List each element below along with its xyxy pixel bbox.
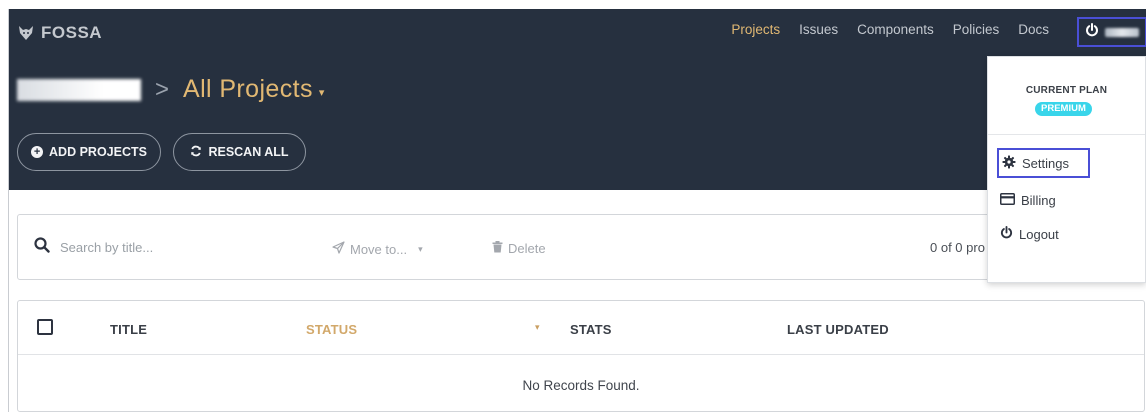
add-projects-button[interactable]: + ADD PROJECTS: [17, 133, 161, 171]
chevron-down-icon: ▾: [318, 87, 325, 99]
search-bar: [34, 237, 260, 258]
menu-item-billing[interactable]: Billing: [997, 185, 1056, 215]
rescan-all-label: RESCAN ALL: [208, 145, 289, 159]
user-dropdown-menu: CURRENT PLAN PREMIUM Settings Billing Lo…: [987, 56, 1146, 283]
breadcrumb-separator: >: [155, 75, 170, 103]
user-menu-button[interactable]: [1077, 17, 1146, 47]
app-window: FOSSA Projects Issues Components Policie…: [8, 9, 1146, 412]
menu-divider: [988, 134, 1145, 135]
trash-icon: [492, 241, 503, 256]
empty-state-message: No Records Found.: [522, 378, 640, 393]
table-header: TITLE STATUS ▾ STATS LAST UPDATED: [18, 301, 1144, 355]
credit-card-icon: [1000, 192, 1015, 208]
delete-label: Delete: [508, 241, 546, 256]
current-plan-label: CURRENT PLAN: [1025, 85, 1108, 96]
search-input[interactable]: [60, 240, 260, 255]
pagination-count: 0 of 0 pro: [930, 240, 985, 255]
add-projects-label: ADD PROJECTS: [49, 145, 147, 159]
nav-components[interactable]: Components: [857, 22, 934, 37]
page-title-text: All Projects: [183, 75, 313, 103]
power-icon: [1000, 226, 1013, 242]
page-title[interactable]: All Projects ▾: [183, 75, 325, 104]
settings-label: Settings: [1022, 155, 1069, 171]
column-status[interactable]: STATUS: [306, 322, 357, 337]
username-redacted: [1105, 27, 1139, 37]
nav-docs[interactable]: Docs: [1018, 22, 1049, 37]
delete-button[interactable]: Delete: [492, 241, 546, 256]
move-to-dropdown[interactable]: Move to... ▾: [332, 241, 423, 257]
gear-icon: [1002, 155, 1016, 172]
menu-item-settings[interactable]: Settings: [997, 148, 1090, 178]
power-icon: [1085, 22, 1099, 42]
org-name-redacted[interactable]: [17, 78, 141, 101]
refresh-icon: [190, 145, 202, 160]
menu-item-logout[interactable]: Logout: [997, 219, 1059, 249]
chevron-down-icon: ▾: [418, 243, 423, 254]
brand-logo[interactable]: FOSSA: [17, 23, 102, 43]
plus-circle-icon: +: [31, 146, 44, 158]
move-to-label: Move to...: [350, 241, 408, 257]
plan-badge: PREMIUM: [1035, 102, 1092, 116]
brand-name: FOSSA: [41, 23, 103, 42]
header: FOSSA Projects Issues Components Policie…: [9, 9, 1146, 190]
projects-table: TITLE STATUS ▾ STATS LAST UPDATED No Rec…: [17, 300, 1145, 412]
select-all-checkbox[interactable]: [37, 319, 53, 335]
sort-caret-icon[interactable]: ▾: [535, 322, 540, 333]
column-stats[interactable]: STATS: [570, 322, 612, 337]
nav-policies[interactable]: Policies: [953, 22, 1000, 37]
send-icon: [332, 241, 345, 257]
logout-label: Logout: [1019, 226, 1059, 242]
nav-issues[interactable]: Issues: [799, 22, 838, 37]
fox-logo-icon: [17, 24, 35, 42]
column-last-updated[interactable]: LAST UPDATED: [787, 322, 889, 337]
rescan-all-button[interactable]: RESCAN ALL: [173, 133, 306, 171]
search-icon: [34, 237, 50, 258]
column-title[interactable]: TITLE: [110, 322, 147, 337]
nav-projects[interactable]: Projects: [731, 22, 780, 37]
top-nav: Projects Issues Components Policies Docs: [731, 22, 1049, 37]
project-toolbar: Move to... ▾ Delete 0 of 0 pro: [17, 214, 1145, 280]
breadcrumb: > All Projects ▾: [17, 75, 325, 104]
billing-label: Billing: [1021, 192, 1056, 208]
